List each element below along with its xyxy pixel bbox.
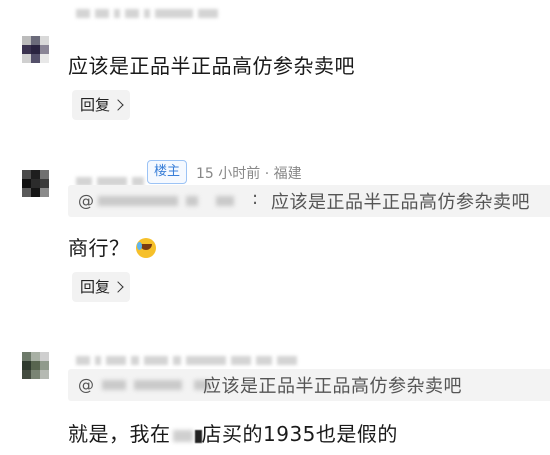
- comment-1: 应该是正品半正品高仿参杂卖吧 回复: [0, 0, 550, 140]
- quoted-comment[interactable]: @ : 应该是正品半正品高仿参杂卖吧: [68, 185, 550, 217]
- comment-text-content: 商行？: [68, 236, 130, 260]
- avatar[interactable]: [22, 36, 56, 70]
- blurred-quote-name: [102, 380, 126, 390]
- reply-label: 回复: [80, 278, 111, 296]
- avatar[interactable]: [22, 352, 56, 386]
- comment-text: 应该是正品半正品高仿参杂卖吧: [68, 54, 355, 78]
- blurred-quote-name: [216, 196, 234, 206]
- blurred-store-name: [194, 430, 202, 443]
- comment-text-part1: 就是，我在: [68, 422, 171, 446]
- blurred-quote-name: [98, 196, 178, 206]
- blurred-username[interactable]: [76, 355, 297, 365]
- comment-meta: 15 小时前 · 福建: [196, 166, 302, 182]
- reply-label: 回复: [80, 96, 111, 114]
- quote-at: @: [78, 191, 94, 210]
- quote-text: 应该是正品半正品高仿参杂卖吧: [203, 376, 462, 397]
- comment-text-part2: 店买的1935也是假的: [201, 422, 398, 446]
- quote-text: 应该是正品半正品高仿参杂卖吧: [271, 192, 530, 213]
- op-badge: 楼主: [147, 160, 188, 184]
- reply-button[interactable]: 回复: [72, 272, 131, 302]
- chevron-right-icon: [112, 99, 124, 111]
- avatar[interactable]: [22, 170, 56, 204]
- quote-at: @: [78, 375, 94, 394]
- crying-laughing-emoji-icon: [135, 238, 156, 258]
- comment-2: 楼主 15 小时前 · 福建 @ : 应该是正品半正品高仿参杂卖吧 商行？ 回复: [0, 140, 550, 310]
- blurred-quote-name: [186, 196, 198, 206]
- quoted-comment[interactable]: @ 应该是正品半正品高仿参杂卖吧: [68, 369, 550, 401]
- comment-3: @ 应该是正品半正品高仿参杂卖吧 就是，我在 店买的1935也是假的: [0, 310, 550, 455]
- chevron-right-icon: [112, 281, 124, 293]
- blurred-store-name: [172, 430, 193, 442]
- comment-text: 商行？: [68, 232, 156, 261]
- quote-separator: :: [252, 188, 259, 209]
- reply-button[interactable]: 回复: [72, 90, 131, 120]
- comment-text: 就是，我在 店买的1935也是假的: [68, 418, 398, 447]
- blurred-quote-name: [134, 380, 182, 390]
- blurred-username[interactable]: [76, 8, 218, 18]
